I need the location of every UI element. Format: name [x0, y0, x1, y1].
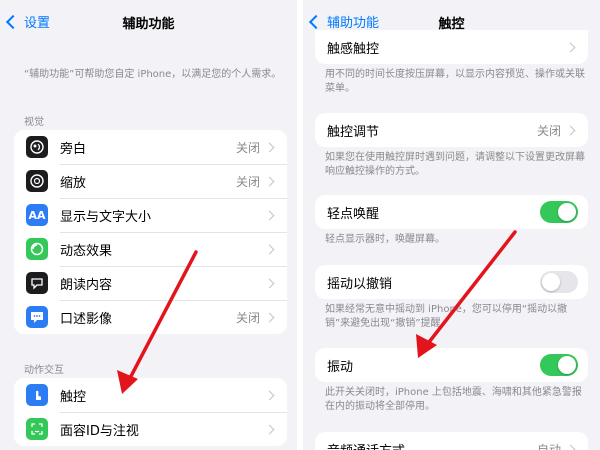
row-label: 显示与文字大小 — [60, 209, 152, 225]
row-value: 关闭 — [235, 140, 260, 155]
chevron-right-icon — [264, 210, 275, 220]
interaction-group: 触控 面容ID与注视 — [14, 378, 287, 446]
row-label: 音频通话方式 — [327, 440, 537, 450]
row-value: 自动 — [536, 442, 561, 450]
vision-group: 旁白 关闭 缩放 关闭 AA 显示与文字大小 动态效果 朗读内容 口述影像 关闭 — [14, 130, 287, 334]
audio-descriptions-icon — [26, 306, 48, 328]
row-label: 轻点唤醒 — [327, 206, 380, 222]
vibration-toggle[interactable] — [540, 354, 578, 376]
chevron-right-icon — [264, 312, 275, 322]
row-display-text-size[interactable]: AA 显示与文字大小 — [14, 198, 287, 232]
row-motion[interactable]: 动态效果 — [14, 232, 287, 266]
row-value: 关闭 — [235, 310, 260, 325]
row-touch[interactable]: 触控 — [14, 378, 287, 412]
nav-bar: 设置 辅助功能 — [0, 0, 297, 44]
row-zoom[interactable]: 缩放 关闭 — [14, 164, 287, 198]
chevron-right-icon — [264, 176, 275, 186]
row-value: 关闭 — [235, 174, 260, 189]
row-label: 摇动以撤销 — [327, 276, 393, 292]
touch-screen: 辅助功能 触控 触感触控 用不同的时间长度按压屏幕，以显示内容预览、操作或关联菜… — [303, 0, 600, 450]
chevron-right-icon — [264, 424, 275, 434]
page-title: 辅助功能 — [122, 17, 175, 32]
chevron-right-icon — [264, 390, 275, 400]
tap-to-wake-note: 轻点显示器时，唤醒屏幕。 — [325, 234, 445, 245]
chevron-right-icon — [264, 142, 275, 152]
row-haptic-touch[interactable]: 触感触控 — [315, 30, 588, 64]
row-voiceover[interactable]: 旁白 关闭 — [14, 130, 287, 164]
vibration-note: 此开关关闭时，iPhone 上包括地震、海啸和其他紧急警报在内的振动将全部停用。 — [325, 387, 582, 412]
text-size-icon: AA — [26, 204, 48, 226]
toggle-knob — [558, 356, 576, 374]
zoom-icon — [26, 170, 48, 192]
chevron-right-icon — [264, 278, 275, 288]
row-label: 面容ID与注视 — [60, 423, 139, 439]
accessibility-screen: 设置 辅助功能 “辅助功能”可帮助您自定 iPhone，以满足您的个人需求。 视… — [0, 0, 297, 450]
row-label: 朗读内容 — [60, 277, 113, 293]
toggle-knob — [558, 203, 576, 221]
row-call-audio-routing[interactable]: 音频通话方式 自动 — [315, 432, 588, 450]
row-label: 口述影像 — [60, 311, 113, 327]
chevron-right-icon — [565, 444, 576, 450]
toggle-knob — [542, 273, 560, 291]
row-value: 关闭 — [536, 123, 561, 138]
chevron-right-icon — [565, 42, 576, 52]
touch-icon — [26, 384, 48, 406]
chevron-right-icon — [264, 244, 275, 254]
touch-accommodations-note: 如果您在使用触控屏时遇到问题，请调整以下设置更改屏幕响应触控操作的方式。 — [325, 152, 585, 177]
row-shake-to-undo: 摇动以撤销 — [315, 265, 588, 299]
spoken-content-icon — [26, 272, 48, 294]
tap-to-wake-toggle[interactable] — [540, 201, 578, 223]
section-header-interaction: 动作交互 — [24, 365, 64, 376]
row-label: 动态效果 — [60, 243, 113, 259]
face-id-icon — [26, 418, 48, 440]
haptic-touch-group: 触感触控 — [315, 30, 588, 64]
tap-to-wake-group: 轻点唤醒 — [315, 195, 588, 229]
motion-icon — [26, 238, 48, 260]
row-spoken-content[interactable]: 朗读内容 — [14, 266, 287, 300]
row-label: 触控 — [60, 389, 87, 405]
shake-to-undo-note: 如果经常无意中摇动到 iPhone，您可以停用“摇动以撤销”来避免出现“撤销”提… — [325, 304, 568, 329]
vibration-group: 振动 — [315, 348, 588, 382]
shake-to-undo-toggle[interactable] — [540, 271, 578, 293]
row-tap-to-wake: 轻点唤醒 — [315, 195, 588, 229]
row-label: 旁白 — [60, 141, 87, 157]
voiceover-icon — [26, 136, 48, 158]
row-audio-descriptions[interactable]: 口述影像 关闭 — [14, 300, 287, 334]
row-label: 缩放 — [60, 175, 87, 191]
row-face-id-attention[interactable]: 面容ID与注视 — [14, 412, 287, 446]
row-label: 触控调节 — [327, 124, 380, 140]
row-label: 触感触控 — [327, 41, 380, 57]
haptic-touch-note: 用不同的时间长度按压屏幕，以显示内容预览、操作或关联菜单。 — [325, 69, 585, 94]
row-vibration: 振动 — [315, 348, 588, 382]
touch-accommodations-group: 触控调节 关闭 — [315, 113, 588, 147]
row-label: 振动 — [327, 359, 354, 375]
shake-to-undo-group: 摇动以撤销 — [315, 265, 588, 299]
row-touch-accommodations[interactable]: 触控调节 关闭 — [315, 113, 588, 147]
section-header-vision: 视觉 — [24, 117, 44, 128]
intro-text: “辅助功能”可帮助您自定 iPhone，以满足您的个人需求。 — [24, 69, 282, 80]
chevron-right-icon — [565, 125, 576, 135]
call-audio-routing-group: 音频通话方式 自动 — [315, 432, 588, 450]
